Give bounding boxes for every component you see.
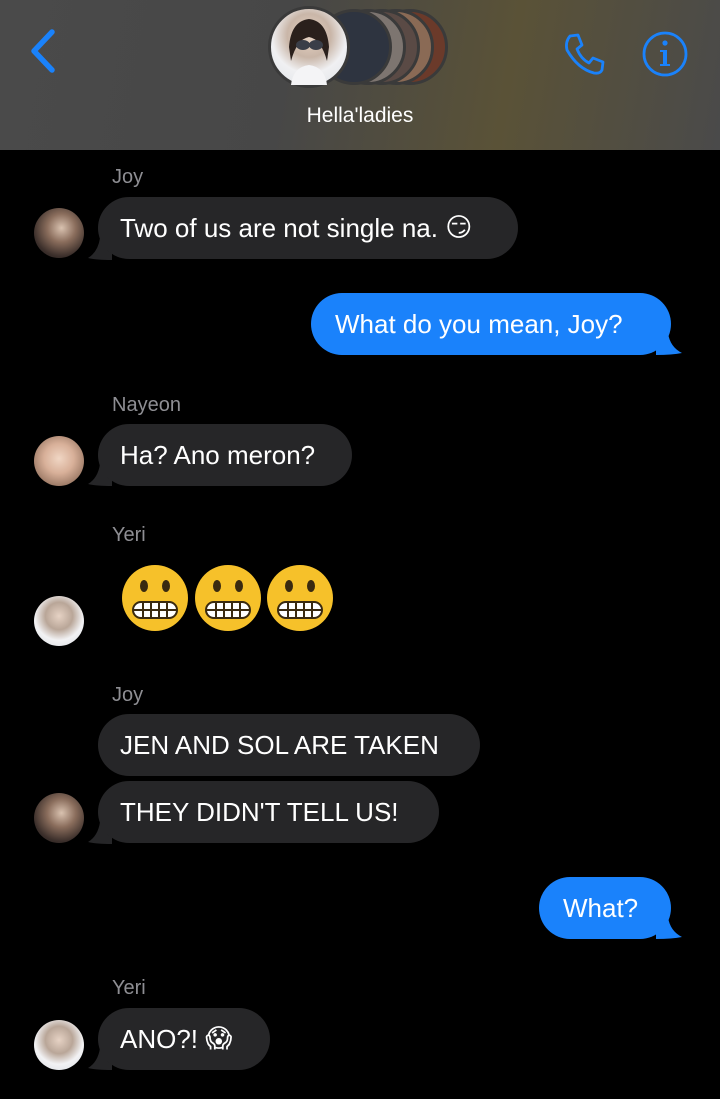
grimacing-face-icon [267,565,333,631]
group-avatars[interactable] [268,6,458,90]
group-name[interactable]: Hella'ladies [0,104,720,128]
message-bubble[interactable]: THEY DIDN'T TELL US! [98,781,439,843]
phone-icon[interactable] [560,30,608,78]
chat-header: Hella'ladies [0,0,720,150]
message-bubble[interactable]: Ha? Ano meron? [98,424,352,486]
sender-name: Nayeon [112,394,181,416]
grimacing-face-icon [122,565,188,631]
message-bubble-outgoing[interactable]: What do you mean, Joy? [311,293,671,355]
sender-name: Yeri [112,524,146,546]
info-icon[interactable] [641,30,689,78]
message-text: THEY DIDN'T TELL US! [120,797,399,827]
avatar-yeri[interactable] [34,1020,84,1070]
grimacing-face-icon [195,565,261,631]
message-text: What do you mean, Joy? [335,309,623,339]
message-bubble[interactable]: ANO?! 😱 [98,1008,270,1070]
avatar-member-main [268,6,350,88]
smirk-emoji-icon: 😏 [445,213,473,243]
avatar-joy[interactable] [34,793,84,843]
message-text: What? [563,893,639,923]
avatar-nayeon[interactable] [34,436,84,486]
sender-name: Yeri [112,977,146,999]
message-bubble[interactable]: JEN AND SOL ARE TAKEN [98,714,480,776]
bubble-tail [656,333,682,355]
avatar-joy[interactable] [34,208,84,258]
sender-name: Joy [112,166,144,188]
avatar-yeri[interactable] [34,596,84,646]
message-text: JEN AND SOL ARE TAKEN [120,730,439,760]
screaming-face-emoji-icon: 😱 [205,1024,233,1054]
message-bubble[interactable]: Two of us are not single na. 😏 [98,197,518,259]
sender-name: Joy [112,684,144,706]
message-text: Ha? Ano meron? [120,440,316,470]
message-bubble-outgoing[interactable]: What? [539,877,671,939]
message-text: ANO?! [120,1024,199,1054]
back-chevron-icon[interactable] [26,28,62,74]
message-text: Two of us are not single na. [120,213,438,243]
bubble-tail [656,917,682,939]
